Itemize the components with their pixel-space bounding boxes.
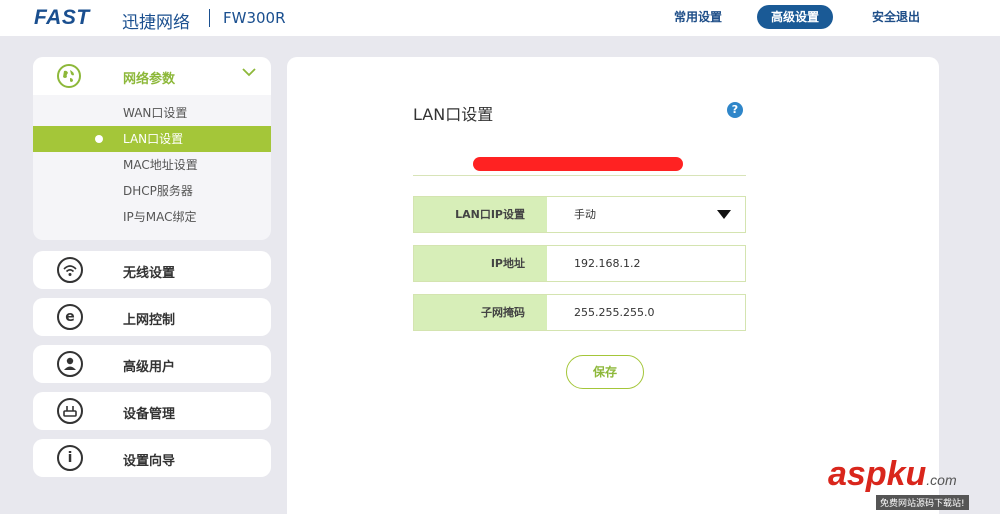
chevron-down-icon xyxy=(241,64,257,84)
save-button[interactable]: 保存 xyxy=(566,355,644,389)
sidebar-item-advanced-user[interactable]: 高级用户 xyxy=(33,345,271,383)
title-divider xyxy=(413,175,746,176)
sidebar-item-label: LAN口设置 xyxy=(123,132,184,146)
help-icon[interactable]: ? xyxy=(727,102,743,118)
sidebar-network-group: 网络参数 WAN口设置 LAN口设置 MAC地址设置 DHCP服务器 IP与MA… xyxy=(33,57,271,240)
lan-settings-panel: LAN口设置 ? LAN口IP设置 手动 IP地址 192.168.1.2 子网… xyxy=(287,57,939,514)
sidebar-item-ip-mac-binding[interactable]: IP与MAC绑定 xyxy=(33,204,271,230)
dropdown-arrow-icon xyxy=(717,210,731,219)
watermark-domain: .com xyxy=(926,472,957,488)
brand-divider xyxy=(209,9,210,27)
ip-address-field[interactable]: IP地址 192.168.1.2 xyxy=(413,245,746,282)
globe-icon xyxy=(57,64,81,88)
sidebar-item-internet-control[interactable]: e 上网控制 xyxy=(33,298,271,336)
subnet-mask-field[interactable]: 子网掩码 255.255.255.0 xyxy=(413,294,746,331)
sidebar-item-lan[interactable]: LAN口设置 xyxy=(33,126,271,152)
nav-common-settings[interactable]: 常用设置 xyxy=(660,5,736,29)
redaction-mark xyxy=(473,157,683,171)
page-title: LAN口设置 xyxy=(413,105,494,124)
wifi-icon xyxy=(57,257,83,283)
ip-address-value: 192.168.1.2 xyxy=(574,257,641,270)
sidebar-item-device-management[interactable]: 设备管理 xyxy=(33,392,271,430)
info-icon: i xyxy=(57,445,83,471)
sidebar-item-mac[interactable]: MAC地址设置 xyxy=(33,152,271,178)
watermark-text-2: ku xyxy=(886,455,927,493)
internet-icon: e xyxy=(57,304,83,330)
sidebar-item-label: 无线设置 xyxy=(123,266,176,281)
sidebar-group-label: 网络参数 xyxy=(123,72,176,87)
subnet-mask-value: 255.255.255.0 xyxy=(574,306,655,319)
watermark-subtitle: 免费网站源码下载站! xyxy=(876,495,969,510)
fast-logo: FAST xyxy=(34,6,90,29)
subnet-mask-label: 子网掩码 xyxy=(414,295,547,330)
sidebar-item-label: 上网控制 xyxy=(123,313,176,328)
sidebar-item-setup-wizard[interactable]: i 设置向导 xyxy=(33,439,271,477)
nav-logout[interactable]: 安全退出 xyxy=(858,5,934,29)
sidebar-item-wireless[interactable]: 无线设置 xyxy=(33,251,271,289)
lan-ip-mode-select[interactable]: LAN口IP设置 手动 xyxy=(413,196,746,233)
aspku-watermark: aspku.com 免费网站源码下载站! xyxy=(828,455,969,510)
lan-ip-mode-value: 手动 xyxy=(574,208,596,221)
top-header: FAST 迅捷网络 FW300R 常用设置 高级设置 安全退出 xyxy=(0,0,1000,36)
router-icon xyxy=(57,398,83,424)
brand-name: 迅捷网络 xyxy=(122,13,190,33)
sidebar-item-wan[interactable]: WAN口设置 xyxy=(33,100,271,126)
active-dot-icon xyxy=(95,135,103,143)
nav-advanced-settings[interactable]: 高级设置 xyxy=(757,5,834,29)
lan-ip-mode-label: LAN口IP设置 xyxy=(414,197,547,232)
sidebar-item-network-params[interactable]: 网络参数 xyxy=(33,57,271,95)
sidebar-item-label: 设备管理 xyxy=(123,407,176,422)
router-model: FW300R xyxy=(223,9,286,27)
sidebar-item-dhcp[interactable]: DHCP服务器 xyxy=(33,178,271,204)
watermark-text: asp xyxy=(828,455,887,493)
sidebar-item-label: 设置向导 xyxy=(123,454,176,469)
sidebar-item-label: 高级用户 xyxy=(123,360,176,375)
user-icon xyxy=(57,351,83,377)
ip-address-label: IP地址 xyxy=(414,246,547,281)
